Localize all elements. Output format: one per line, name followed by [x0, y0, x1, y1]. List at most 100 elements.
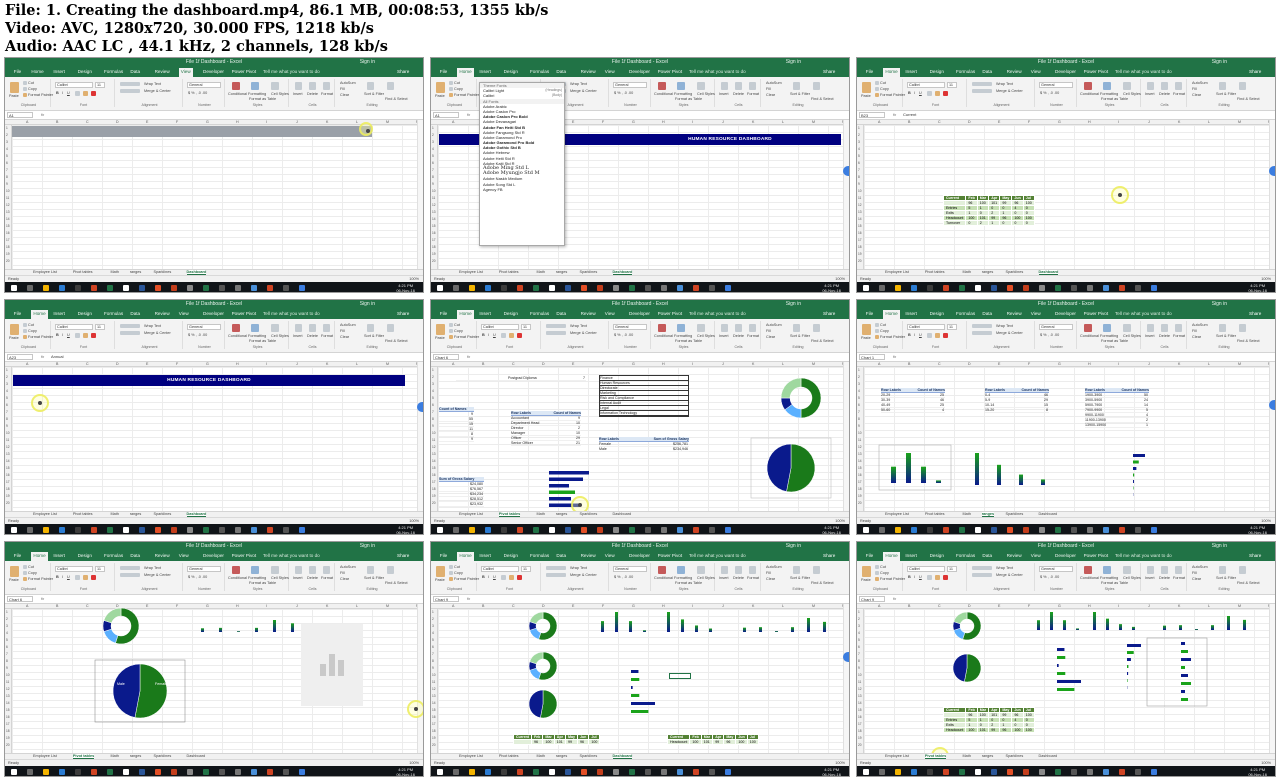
- zoom-level[interactable]: 100%: [409, 277, 419, 281]
- taskbar-app-icon[interactable]: [171, 285, 177, 291]
- sheet-tab-ranges[interactable]: ranges: [130, 512, 142, 516]
- taskbar-app-icon[interactable]: [123, 285, 129, 291]
- zoom-level[interactable]: 100%: [835, 277, 845, 281]
- sheet-tab-employee-list[interactable]: Employee List: [885, 754, 909, 758]
- taskbar-app-icon[interactable]: [107, 285, 113, 291]
- taskbar-app-icon[interactable]: [517, 769, 523, 775]
- taskbar-app-icon[interactable]: [11, 527, 17, 533]
- taskbar-app-icon[interactable]: [59, 285, 65, 291]
- sheet-tab-sparklines[interactable]: Sparklines: [1006, 512, 1024, 516]
- taskbar-app-icon[interactable]: [517, 527, 523, 533]
- taskbar-app-icon[interactable]: [549, 527, 555, 533]
- taskbar-app-icon[interactable]: [911, 527, 917, 533]
- taskbar-app-icon[interactable]: [517, 285, 523, 291]
- sheet-tab-ranges[interactable]: ranges: [556, 270, 568, 274]
- taskbar-app-icon[interactable]: [437, 769, 443, 775]
- taskbar-app-icon[interactable]: [501, 285, 507, 291]
- taskbar-app-icon[interactable]: [879, 285, 885, 291]
- taskbar-app-icon[interactable]: [533, 769, 539, 775]
- sheet-tab-sparklines[interactable]: Sparklines: [154, 270, 172, 274]
- taskbar-app-icon[interactable]: [645, 769, 651, 775]
- taskbar-app-icon[interactable]: [283, 769, 289, 775]
- sheet-tab-dashboard[interactable]: Dashboard: [1039, 754, 1058, 758]
- taskbar-app-icon[interactable]: [911, 769, 917, 775]
- taskbar-app-icon[interactable]: [107, 527, 113, 533]
- sheet-tab-employee-list[interactable]: Employee List: [459, 754, 483, 758]
- sheet-tab-sparklines[interactable]: Sparklines: [580, 512, 598, 516]
- taskbar-app-icon[interactable]: [943, 527, 949, 533]
- taskbar-app-icon[interactable]: [43, 285, 49, 291]
- taskbar-app-icon[interactable]: [709, 285, 715, 291]
- sheet-tab-sparklines[interactable]: Sparklines: [1006, 270, 1024, 274]
- sheet-tab-math[interactable]: Math: [111, 270, 119, 274]
- taskbar-app-icon[interactable]: [959, 769, 965, 775]
- font-option[interactable]: Agency FB: [480, 187, 564, 192]
- sheet-tab-math[interactable]: Math: [537, 270, 545, 274]
- taskbar-app-icon[interactable]: [251, 285, 257, 291]
- taskbar-app-icon[interactable]: [895, 527, 901, 533]
- taskbar-app-icon[interactable]: [565, 769, 571, 775]
- taskbar-app-icon[interactable]: [1023, 769, 1029, 775]
- taskbar-app-icon[interactable]: [299, 285, 305, 291]
- taskbar-app-icon[interactable]: [139, 527, 145, 533]
- taskbar-app-icon[interactable]: [629, 527, 635, 533]
- taskbar-app-icon[interactable]: [895, 769, 901, 775]
- taskbar-app-icon[interactable]: [59, 769, 65, 775]
- taskbar-app-icon[interactable]: [863, 285, 869, 291]
- sheet-tab-employee-list[interactable]: Employee List: [459, 270, 483, 274]
- taskbar-app-icon[interactable]: [975, 527, 981, 533]
- sheet-tab-sparklines[interactable]: Sparklines: [1006, 754, 1024, 758]
- taskbar-app-icon[interactable]: [725, 527, 731, 533]
- taskbar-app-icon[interactable]: [299, 769, 305, 775]
- taskbar-app-icon[interactable]: [251, 527, 257, 533]
- taskbar-app-icon[interactable]: [959, 285, 965, 291]
- taskbar-app-icon[interactable]: [645, 285, 651, 291]
- taskbar-app-icon[interactable]: [155, 527, 161, 533]
- taskbar-app-icon[interactable]: [501, 769, 507, 775]
- taskbar-app-icon[interactable]: [1119, 769, 1125, 775]
- taskbar-app-icon[interactable]: [267, 527, 273, 533]
- taskbar-app-icon[interactable]: [1039, 285, 1045, 291]
- taskbar-app-icon[interactable]: [565, 527, 571, 533]
- taskbar-app-icon[interactable]: [267, 769, 273, 775]
- taskbar-app-icon[interactable]: [469, 527, 475, 533]
- taskbar-app-icon[interactable]: [581, 285, 587, 291]
- sheet-tab-employee-list[interactable]: Employee List: [459, 512, 483, 516]
- taskbar-app-icon[interactable]: [91, 285, 97, 291]
- taskbar-app-icon[interactable]: [485, 285, 491, 291]
- taskbar-app-icon[interactable]: [549, 769, 555, 775]
- taskbar-app-icon[interactable]: [485, 769, 491, 775]
- taskbar-app-icon[interactable]: [597, 285, 603, 291]
- taskbar-app-icon[interactable]: [1135, 527, 1141, 533]
- sheet-tab-employee-list[interactable]: Employee List: [33, 512, 57, 516]
- taskbar-app-icon[interactable]: [1055, 527, 1061, 533]
- taskbar-app-icon[interactable]: [1087, 769, 1093, 775]
- sheet-tab-math[interactable]: Math: [111, 754, 119, 758]
- taskbar-app-icon[interactable]: [1151, 527, 1157, 533]
- taskbar-app-icon[interactable]: [613, 769, 619, 775]
- taskbar-app-icon[interactable]: [533, 285, 539, 291]
- taskbar-app-icon[interactable]: [11, 769, 17, 775]
- taskbar-app-icon[interactable]: [927, 769, 933, 775]
- taskbar-app-icon[interactable]: [59, 527, 65, 533]
- taskbar-app-icon[interactable]: [565, 285, 571, 291]
- taskbar-app-icon[interactable]: [1119, 285, 1125, 291]
- sheet-tab-sparklines[interactable]: Sparklines: [154, 754, 172, 758]
- sheet-tab-math[interactable]: Math: [111, 512, 119, 516]
- taskbar-app-icon[interactable]: [437, 285, 443, 291]
- taskbar-app-icon[interactable]: [629, 769, 635, 775]
- sheet-tab-math[interactable]: Math: [537, 754, 545, 758]
- taskbar-app-icon[interactable]: [155, 285, 161, 291]
- taskbar-app-icon[interactable]: [1119, 527, 1125, 533]
- zoom-level[interactable]: 100%: [1261, 519, 1271, 523]
- sheet-tab-pivot-tables[interactable]: Pivot tables: [73, 512, 93, 516]
- taskbar-app-icon[interactable]: [171, 527, 177, 533]
- sheet-tab-employee-list[interactable]: Employee List: [33, 270, 57, 274]
- taskbar-app-icon[interactable]: [1151, 285, 1157, 291]
- selected-cell[interactable]: [669, 673, 691, 679]
- taskbar-app-icon[interactable]: [927, 285, 933, 291]
- sheet-tab-ranges[interactable]: ranges: [556, 754, 568, 758]
- taskbar-app-icon[interactable]: [27, 285, 33, 291]
- taskbar-app-icon[interactable]: [171, 769, 177, 775]
- taskbar-app-icon[interactable]: [661, 769, 667, 775]
